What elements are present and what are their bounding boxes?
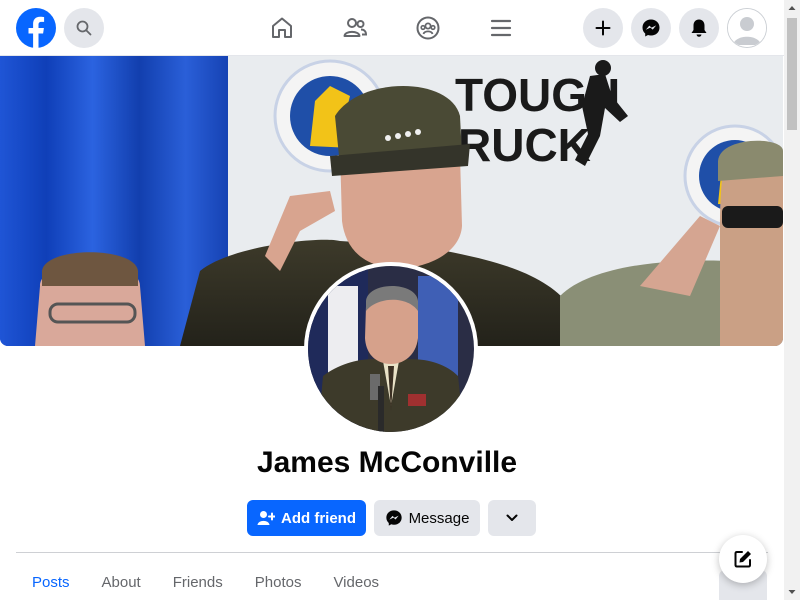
section-divider (16, 552, 768, 553)
nav-menu[interactable] (485, 12, 517, 44)
notifications-button[interactable] (679, 8, 719, 48)
top-navigation-bar (0, 0, 784, 56)
home-icon (272, 17, 292, 38)
groups-icon (416, 16, 440, 40)
tab-photos[interactable]: Photos (239, 565, 318, 600)
create-button[interactable] (583, 8, 623, 48)
menu-icon (490, 19, 512, 37)
account-avatar[interactable] (727, 8, 767, 48)
default-avatar-icon (728, 9, 766, 47)
profile-picture-image (308, 266, 474, 432)
tab-friends[interactable]: Friends (157, 565, 239, 600)
add-friend-label: Add friend (281, 509, 356, 527)
add-friend-icon (257, 511, 275, 525)
scroll-thumb[interactable] (787, 18, 797, 130)
compose-icon (734, 551, 751, 568)
messenger-icon (642, 19, 660, 37)
facebook-f-icon (28, 16, 45, 48)
page-scrollbar[interactable] (784, 0, 800, 600)
profile-picture[interactable] (304, 262, 478, 436)
tab-about[interactable]: About (86, 565, 157, 600)
nav-groups[interactable] (412, 12, 444, 44)
facebook-logo[interactable] (16, 8, 56, 48)
search-button[interactable] (64, 8, 104, 48)
new-message-button[interactable] (719, 535, 767, 583)
messenger-icon (385, 510, 402, 526)
more-options-button[interactable] (488, 500, 536, 536)
chevron-down-icon (506, 514, 518, 521)
tab-videos[interactable]: Videos (317, 565, 395, 600)
arrow-down-icon (788, 590, 796, 594)
scroll-down-arrow[interactable] (784, 584, 800, 600)
arrow-up-icon (788, 6, 796, 10)
profile-name: James McConville (256, 446, 518, 479)
add-friend-button[interactable]: Add friend (247, 500, 366, 536)
message-button[interactable]: Message (374, 500, 480, 536)
scroll-up-arrow[interactable] (784, 0, 800, 16)
friends-icon (343, 18, 368, 37)
profile-tabs: Posts About Friends Photos Videos (16, 565, 395, 600)
banner-text-ruck: RUCK (458, 119, 591, 171)
nav-friends[interactable] (339, 12, 371, 44)
plus-icon (595, 20, 611, 36)
nav-home[interactable] (266, 12, 298, 44)
search-icon (76, 20, 92, 36)
message-label: Message (408, 509, 470, 527)
messenger-button[interactable] (631, 8, 671, 48)
tab-posts[interactable]: Posts (16, 565, 86, 600)
bell-icon (691, 19, 707, 37)
